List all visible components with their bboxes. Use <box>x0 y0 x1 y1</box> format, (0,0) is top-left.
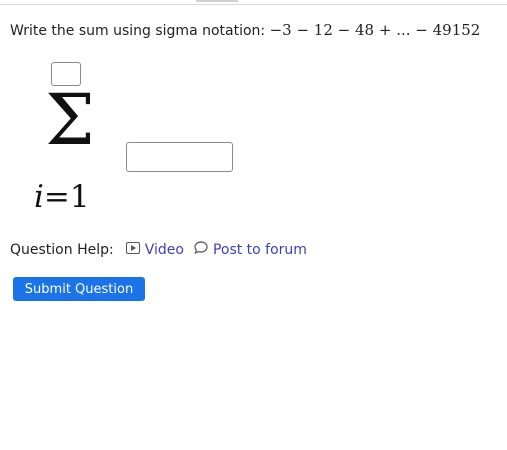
summand-input[interactable] <box>126 142 233 172</box>
video-label: Video <box>144 241 184 258</box>
forum-label: Post to forum <box>212 241 307 258</box>
top-divider <box>0 4 507 5</box>
speech-bubble-icon <box>194 241 208 258</box>
question-help: Question Help: Video Post to forum <box>10 241 307 258</box>
sigma-symbol: Σ <box>45 79 95 161</box>
video-link[interactable]: Video <box>125 241 184 258</box>
series-expression: −3 − 12 − 48 + ... − 49152 <box>269 21 481 39</box>
prompt-text: Write the sum using sigma notation: <box>10 23 266 39</box>
equals-sign: = <box>43 179 70 215</box>
help-label: Question Help: <box>10 241 114 258</box>
top-tab-indicator <box>196 0 238 2</box>
play-video-icon <box>125 241 140 258</box>
forum-link[interactable]: Post to forum <box>194 241 307 258</box>
question-prompt: Write the sum using sigma notation: −3 −… <box>10 21 480 39</box>
lower-limit: i=1 <box>34 180 90 214</box>
index-variable: i <box>34 179 44 215</box>
lower-limit-value: 1 <box>69 179 90 215</box>
submit-question-button[interactable]: Submit Question <box>13 277 145 301</box>
